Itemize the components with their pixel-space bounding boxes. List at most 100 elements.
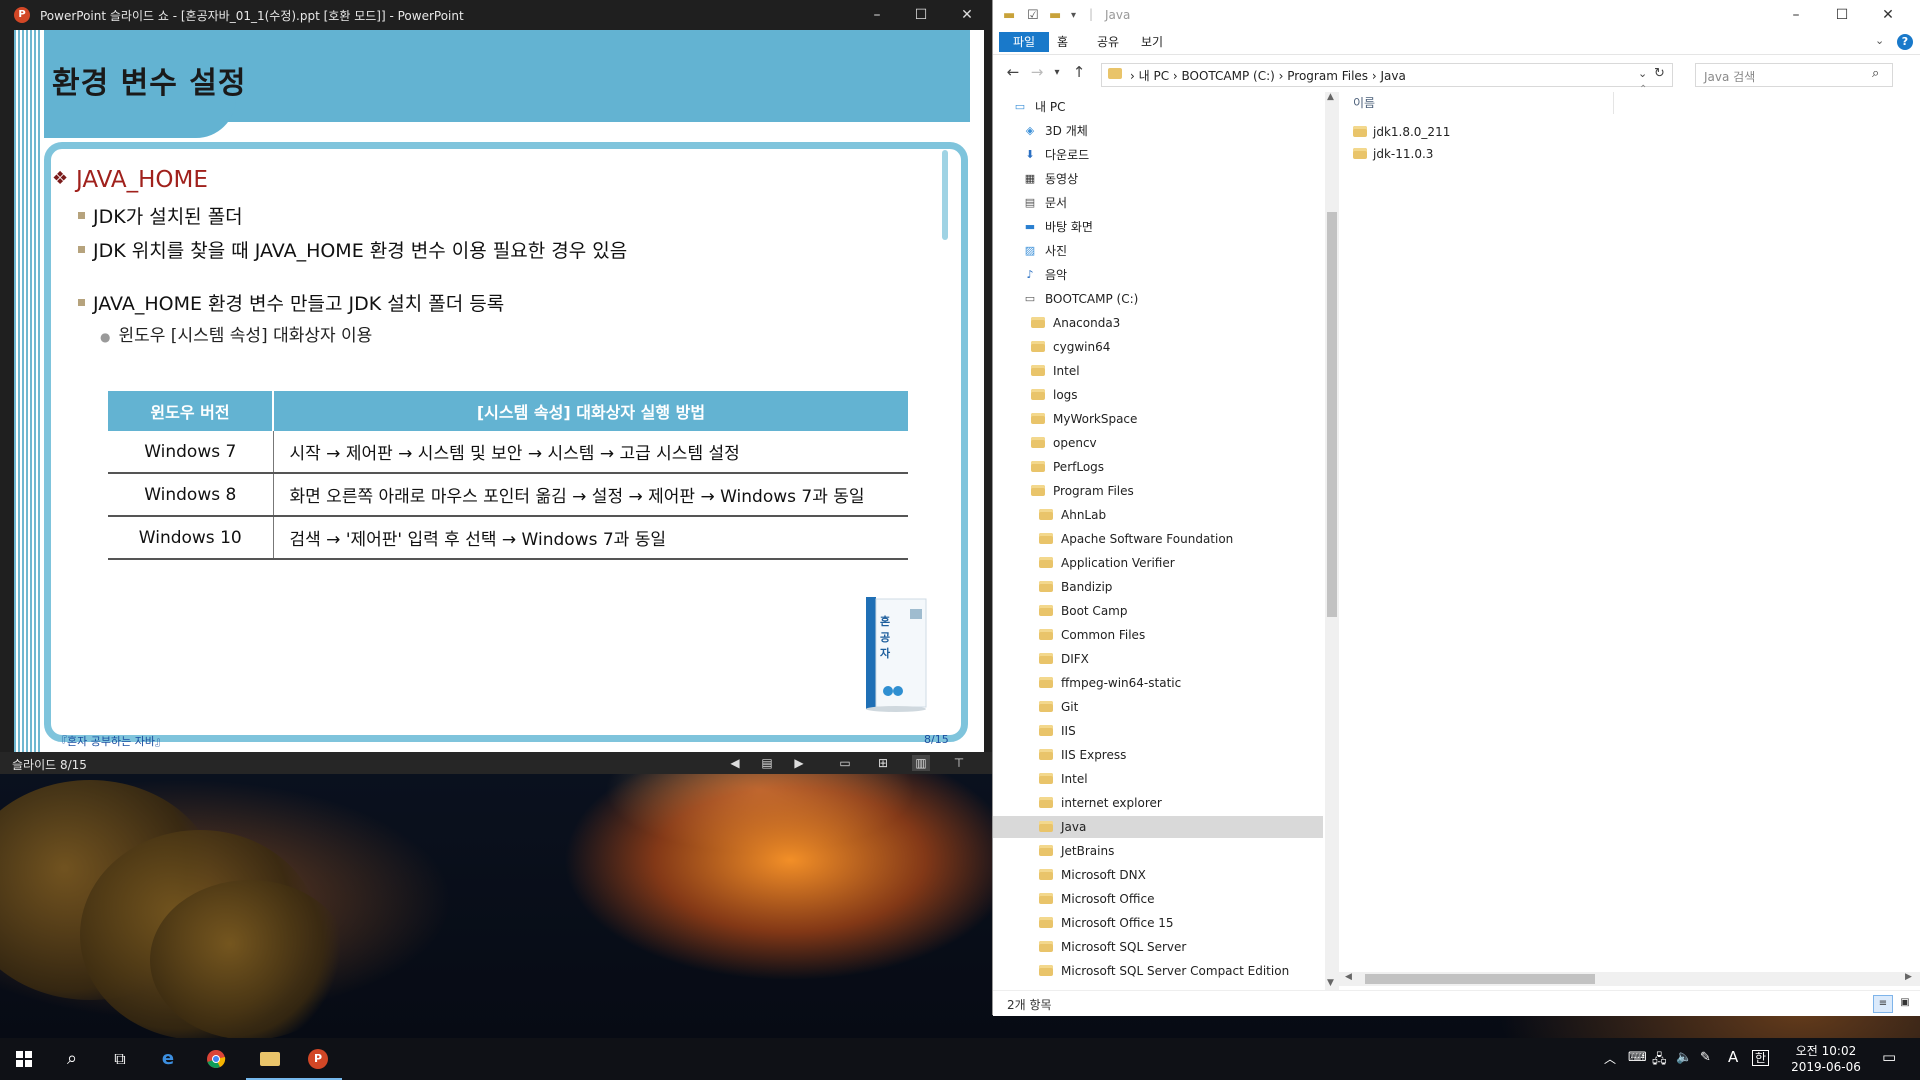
edge-browser-icon[interactable]: e bbox=[144, 1038, 192, 1080]
close-button[interactable]: ✕ bbox=[1873, 0, 1903, 30]
network-icon[interactable]: 🖧 bbox=[1652, 1050, 1667, 1072]
search-icon[interactable]: ⌕ bbox=[1872, 66, 1879, 81]
slide-menu-icon[interactable]: ▤ bbox=[758, 755, 776, 771]
customize-quick-access-icon[interactable]: ▾ bbox=[1071, 10, 1076, 21]
tab-share[interactable]: 공유 bbox=[1085, 32, 1131, 52]
new-folder-icon[interactable]: ▬ bbox=[1049, 8, 1061, 23]
tree-item[interactable]: ⬇ 다운로드 bbox=[993, 144, 1323, 166]
next-slide-icon[interactable]: ▶ bbox=[790, 755, 808, 771]
search-icon[interactable]: ⌕ bbox=[48, 1038, 96, 1080]
tree-item[interactable]: Git bbox=[993, 696, 1323, 718]
tree-item[interactable]: MyWorkSpace bbox=[993, 408, 1323, 430]
up-arrow-icon[interactable]: ↑ bbox=[1069, 63, 1089, 81]
maximize-button[interactable]: ☐ bbox=[1827, 0, 1857, 30]
tree-item[interactable]: ffmpeg-win64-static bbox=[993, 672, 1323, 694]
folder-icon bbox=[1039, 677, 1053, 688]
recent-locations-icon[interactable]: ▾ bbox=[1047, 67, 1067, 78]
file-list-horizontal-scrollbar[interactable]: ◀ ▶ bbox=[1339, 972, 1920, 986]
breadcrumb[interactable]: › 내 PC › BOOTCAMP (C:) › Program Files ›… bbox=[1130, 67, 1406, 84]
chrome-icon[interactable] bbox=[192, 1038, 240, 1080]
tree-item[interactable]: JetBrains bbox=[993, 840, 1323, 862]
tree-item[interactable]: IIS bbox=[993, 720, 1323, 742]
tree-item[interactable]: Anaconda3 bbox=[993, 312, 1323, 334]
navigation-pane-scrollbar[interactable]: ▲ ▼ bbox=[1325, 92, 1339, 992]
column-header-name[interactable]: 이름 bbox=[1339, 92, 1614, 114]
details-view-icon[interactable]: ≡ bbox=[1873, 995, 1893, 1013]
normal-view-icon[interactable]: ▭ bbox=[836, 755, 854, 771]
tree-item[interactable]: internet explorer bbox=[993, 792, 1323, 814]
scrollbar-thumb[interactable] bbox=[1327, 212, 1337, 617]
tree-item[interactable]: ▭ BOOTCAMP (C:) bbox=[993, 288, 1323, 310]
tree-item[interactable]: ▤ 문서 bbox=[993, 192, 1323, 214]
input-mode-indicator[interactable]: A bbox=[1728, 1048, 1738, 1066]
pen-icon[interactable]: ✎ bbox=[1700, 1050, 1711, 1065]
keyboard-icon[interactable]: ⌨ bbox=[1628, 1050, 1647, 1065]
tree-item[interactable]: Boot Camp bbox=[993, 600, 1323, 622]
tree-item[interactable]: DIFX bbox=[993, 648, 1323, 670]
tree-item[interactable]: AhnLab bbox=[993, 504, 1323, 526]
address-dropdown-icon[interactable]: ⌄ bbox=[1638, 67, 1647, 80]
tree-item[interactable]: Microsoft SQL Server Compact Edition bbox=[993, 960, 1323, 982]
powerpoint-taskbar-icon[interactable]: P bbox=[294, 1038, 342, 1080]
tree-item[interactable]: Microsoft Office 15 bbox=[993, 912, 1323, 934]
file-item[interactable]: jdk-11.0.3 bbox=[1353, 144, 1433, 164]
file-explorer-taskbar-icon[interactable] bbox=[246, 1038, 294, 1080]
tree-item[interactable]: Intel bbox=[993, 768, 1323, 790]
tree-item[interactable]: Application Verifier bbox=[993, 552, 1323, 574]
back-arrow-icon[interactable]: ← bbox=[1003, 63, 1023, 81]
scroll-down-icon[interactable]: ▼ bbox=[1327, 978, 1334, 988]
slide[interactable]: 환경 변수 설정 ❖ JAVA_HOME JDK가 설치된 폴더 JDK 위치를… bbox=[14, 30, 984, 752]
tree-item[interactable]: ▨ 사진 bbox=[993, 240, 1323, 262]
tab-file[interactable]: 파일 bbox=[999, 32, 1050, 52]
reading-view-icon[interactable]: ▥ bbox=[912, 755, 930, 771]
close-button[interactable]: ✕ bbox=[952, 0, 982, 30]
tree-item[interactable]: Program Files bbox=[993, 480, 1323, 502]
refresh-icon[interactable]: ↻ bbox=[1654, 66, 1665, 81]
scroll-right-icon[interactable]: ▶ bbox=[1905, 972, 1912, 982]
tree-item[interactable]: Apache Software Foundation bbox=[993, 528, 1323, 550]
tree-item[interactable]: ▦ 동영상 bbox=[993, 168, 1323, 190]
clock[interactable]: 오전 10:02 2019-06-06 bbox=[1776, 1043, 1876, 1075]
start-button[interactable] bbox=[0, 1038, 48, 1080]
scrollbar-thumb[interactable] bbox=[1365, 974, 1595, 984]
tree-item[interactable]: Java bbox=[993, 816, 1323, 838]
ime-korean-indicator[interactable]: 한 bbox=[1752, 1050, 1770, 1066]
file-item[interactable]: jdk1.8.0_211 bbox=[1353, 122, 1450, 142]
search-box[interactable]: Java 검색 ⌕ bbox=[1695, 63, 1893, 87]
tab-home[interactable]: 홈 bbox=[1045, 32, 1080, 52]
tree-item[interactable]: ♪ 음악 bbox=[993, 264, 1323, 286]
maximize-button[interactable]: ☐ bbox=[906, 0, 936, 30]
show-hidden-icons-icon[interactable]: ︿ bbox=[1604, 1050, 1616, 1067]
address-bar[interactable]: › 내 PC › BOOTCAMP (C:) › Program Files ›… bbox=[1101, 63, 1673, 87]
expand-ribbon-icon[interactable]: ⌄ bbox=[1875, 34, 1884, 47]
tree-item[interactable]: opencv bbox=[993, 432, 1323, 454]
tree-item[interactable]: PerfLogs bbox=[993, 456, 1323, 478]
tree-item[interactable]: Microsoft SQL Server bbox=[993, 936, 1323, 958]
large-icons-view-icon[interactable]: ▣ bbox=[1897, 995, 1913, 1011]
help-icon[interactable]: ? bbox=[1897, 34, 1913, 50]
scroll-left-icon[interactable]: ◀ bbox=[1345, 972, 1352, 982]
forward-arrow-icon[interactable]: → bbox=[1027, 63, 1047, 81]
previous-slide-icon[interactable]: ◀ bbox=[726, 755, 744, 771]
tree-item[interactable]: ▬ 바탕 화면 bbox=[993, 216, 1323, 238]
tree-item[interactable]: ▭ 내 PC bbox=[993, 96, 1323, 118]
notifications-icon[interactable]: ▭ bbox=[1882, 1048, 1896, 1066]
tree-item[interactable]: Microsoft DNX bbox=[993, 864, 1323, 886]
scroll-up-icon[interactable]: ▲ bbox=[1327, 92, 1334, 102]
minimize-button[interactable]: – bbox=[862, 0, 892, 30]
tab-view[interactable]: 보기 bbox=[1129, 32, 1175, 52]
minimize-button[interactable]: – bbox=[1781, 0, 1811, 30]
tree-item[interactable]: IIS Express bbox=[993, 744, 1323, 766]
task-view-icon[interactable]: ⧉ bbox=[96, 1038, 144, 1080]
tree-item[interactable]: logs bbox=[993, 384, 1323, 406]
tree-item[interactable]: Common Files bbox=[993, 624, 1323, 646]
volume-icon[interactable]: 🔈 bbox=[1676, 1050, 1692, 1065]
tree-item[interactable]: ◈ 3D 개체 bbox=[993, 120, 1323, 142]
tree-item[interactable]: Intel bbox=[993, 360, 1323, 382]
slideshow-view-icon[interactable]: ⊤ bbox=[950, 755, 968, 771]
tree-item[interactable]: Microsoft Office bbox=[993, 888, 1323, 910]
slide-sorter-icon[interactable]: ⊞ bbox=[874, 755, 892, 771]
tree-item[interactable]: Bandizip bbox=[993, 576, 1323, 598]
tree-item[interactable]: cygwin64 bbox=[993, 336, 1323, 358]
properties-icon[interactable]: ☑ bbox=[1027, 8, 1039, 23]
